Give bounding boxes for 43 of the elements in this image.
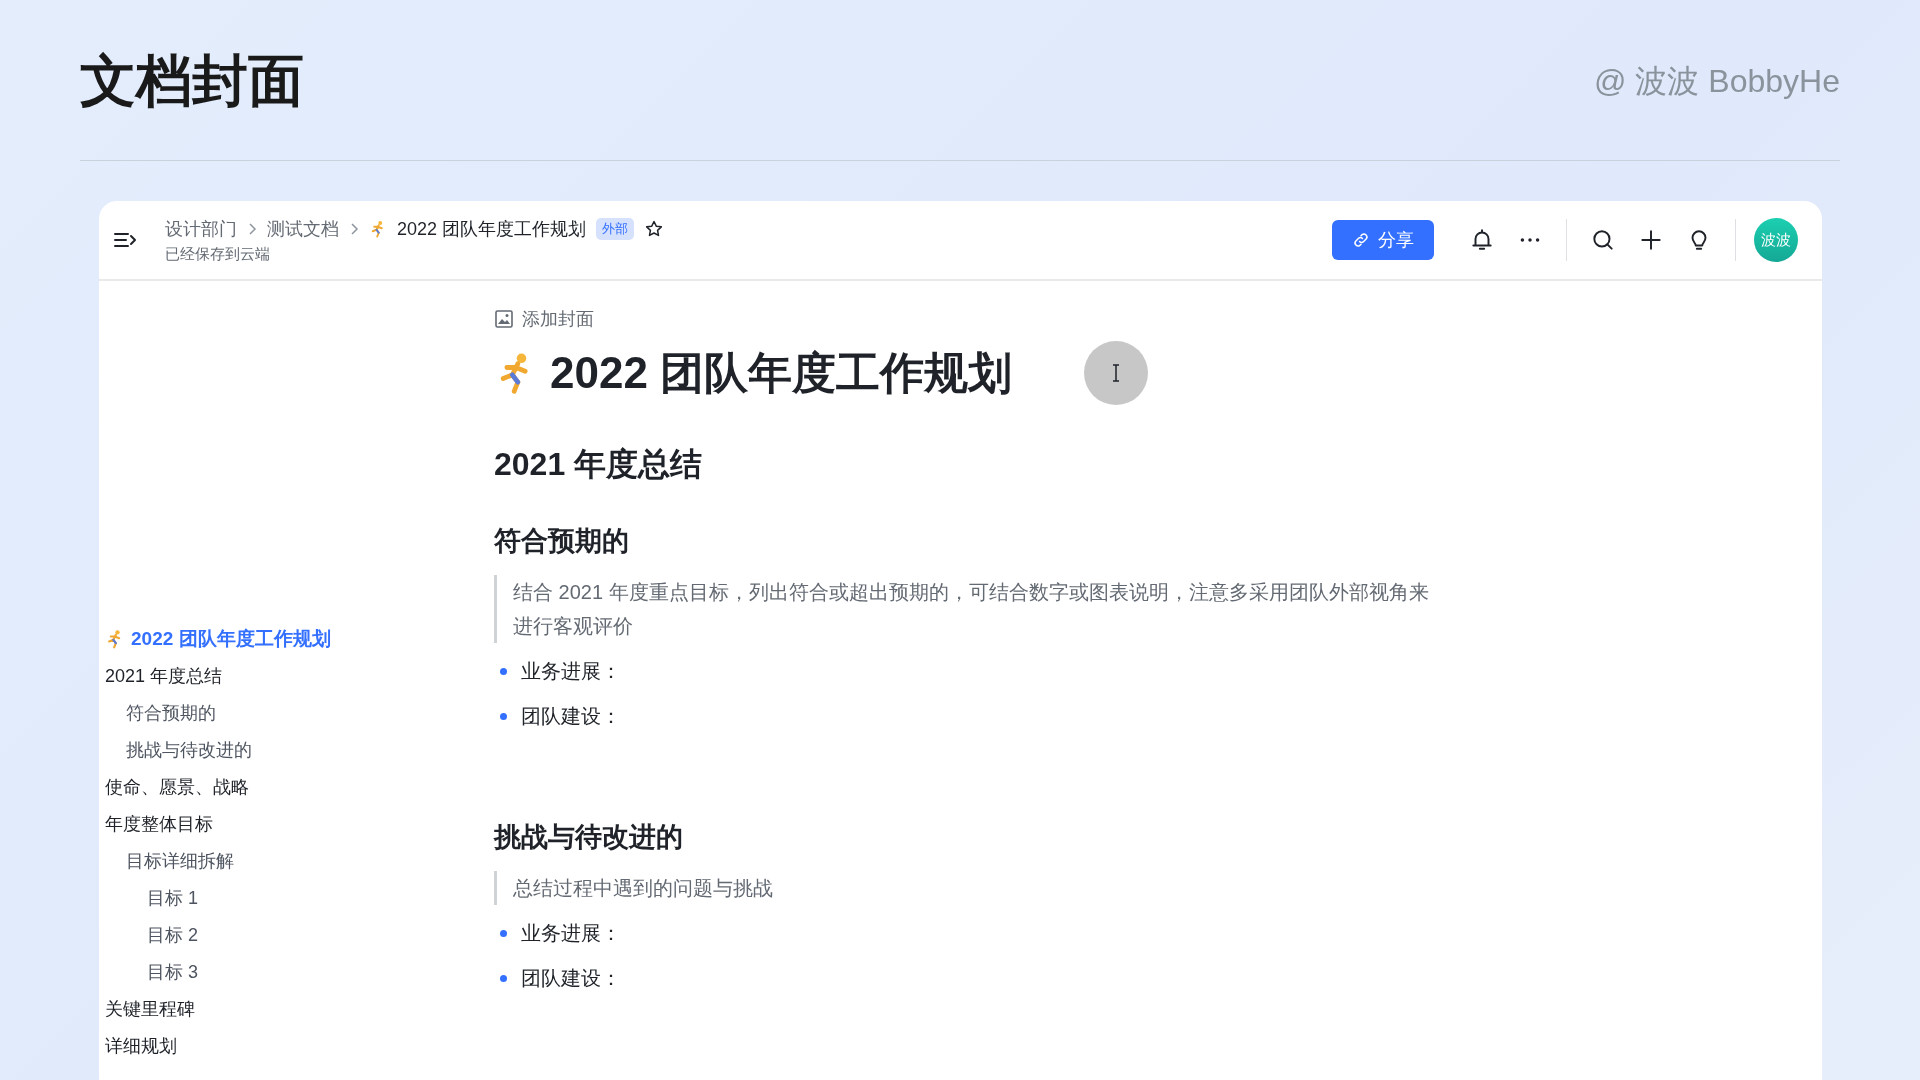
outline-item[interactable]: 目标 2 bbox=[147, 916, 198, 953]
breadcrumb-link[interactable]: 设计部门 bbox=[165, 216, 237, 241]
bell-icon[interactable] bbox=[1469, 227, 1495, 253]
document-heading: 2022 团队年度工作规划 bbox=[550, 347, 1013, 399]
share-button[interactable]: 分享 bbox=[1332, 220, 1434, 260]
bullet-text: 业务进展： bbox=[521, 921, 621, 946]
quote-text: 总结过程中遇到的问题与挑战 bbox=[494, 871, 1438, 905]
author-credit: @ 波波 BobbyHe bbox=[1594, 62, 1840, 101]
save-status: 已经保存到云端 bbox=[165, 244, 271, 264]
chevron-icon bbox=[247, 221, 257, 236]
bullet-icon bbox=[500, 930, 507, 937]
bullet-icon bbox=[500, 668, 507, 675]
add-cover-button[interactable]: 添加封面 bbox=[494, 307, 594, 331]
bullet-text: 团队建设： bbox=[521, 704, 621, 729]
outline-item[interactable]: 使命、愿景、战略 bbox=[105, 768, 249, 805]
bullet-icon bbox=[500, 713, 507, 720]
outline-item[interactable]: 符合预期的 bbox=[126, 694, 216, 731]
section-heading: 2021 年度总结 bbox=[494, 445, 704, 484]
bullet-icon bbox=[500, 975, 507, 982]
bullet-text: 业务进展： bbox=[521, 659, 621, 684]
quote-text: 结合 2021 年度重点目标，列出符合或超出预期的，可结合数字或图表说明，注意多采用团队外部视角来进行客观评价 bbox=[494, 575, 1438, 643]
star-icon[interactable] bbox=[644, 218, 665, 239]
outline-item[interactable]: 2022 团队年度工作规划 bbox=[105, 620, 331, 657]
breadcrumb-link[interactable]: 测试文档 bbox=[267, 216, 339, 241]
text-cursor-icon bbox=[1110, 363, 1122, 383]
subsection-heading: 符合预期的 bbox=[494, 525, 630, 558]
page-title: 文档封面 bbox=[80, 48, 304, 114]
link-icon bbox=[1352, 231, 1370, 249]
bullet-text: 团队建设： bbox=[521, 966, 621, 991]
document-title: 2022 团队年度工作规划 bbox=[397, 217, 587, 241]
search-icon[interactable] bbox=[1590, 227, 1616, 253]
outline-item[interactable]: 年度整体目标 bbox=[105, 805, 213, 842]
outline-item[interactable]: 2021 年度总结 bbox=[105, 657, 223, 694]
outline-item[interactable]: 详细规划 bbox=[105, 1027, 177, 1064]
outline-item[interactable]: 目标详细拆解 bbox=[126, 842, 234, 879]
outline-item[interactable]: 目标 1 bbox=[147, 879, 198, 916]
outline-item[interactable]: 挑战与待改进的 bbox=[126, 731, 252, 768]
outline-item[interactable]: 关键里程碑 bbox=[105, 990, 195, 1027]
external-badge: 外部 bbox=[596, 217, 635, 240]
subsection-heading: 挑战与待改进的 bbox=[494, 821, 684, 854]
chevron-icon bbox=[349, 221, 359, 236]
image-icon bbox=[494, 309, 514, 329]
outline-item[interactable]: 目标 3 bbox=[147, 953, 198, 990]
